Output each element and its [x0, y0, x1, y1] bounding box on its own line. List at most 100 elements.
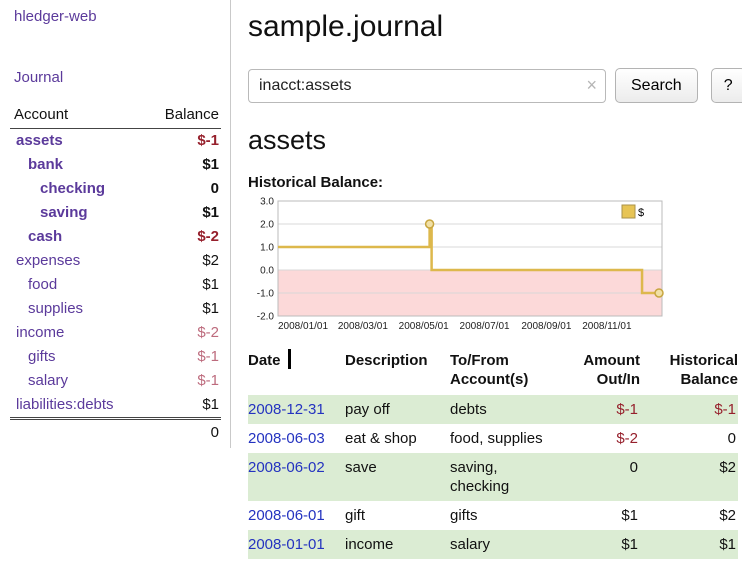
transaction-amount: $-1 — [574, 395, 640, 424]
account-row: cash $-2 — [10, 225, 221, 249]
help-button[interactable]: ? — [711, 68, 742, 103]
account-row: supplies $1 — [10, 297, 221, 321]
transaction-accounts: salary — [450, 530, 574, 559]
transaction-balance: $1 — [640, 530, 738, 559]
transaction-accounts: debts — [450, 395, 574, 424]
account-link-cash[interactable]: cash — [10, 228, 62, 245]
accounts-total-value: 0 — [211, 424, 219, 441]
transaction-date-cell: 2008-06-02 — [248, 453, 345, 501]
account-balance: $-1 — [197, 348, 221, 365]
transaction-description: gift — [345, 501, 450, 530]
svg-text:2.0: 2.0 — [260, 220, 274, 231]
account-link-gifts[interactable]: gifts — [10, 348, 56, 365]
svg-text:$: $ — [638, 207, 644, 219]
transaction-row: 2008-06-03 eat & shopfood, supplies$-20 — [248, 424, 738, 453]
transaction-amount: $-2 — [574, 424, 640, 453]
account-link-liabilities-debts[interactable]: liabilities:debts — [10, 396, 114, 413]
clear-search-icon[interactable]: × — [586, 74, 597, 96]
account-balance: $-2 — [197, 324, 221, 341]
transaction-row: 2008-06-02 savesaving, checking0$2 — [248, 453, 738, 501]
column-header-date[interactable]: Date — [248, 351, 345, 395]
transaction-date-link[interactable]: 2008-12-31 — [248, 401, 325, 418]
svg-text:1.0: 1.0 — [260, 243, 274, 254]
account-link-food[interactable]: food — [10, 276, 57, 293]
transaction-row: 2008-01-01incomesalary$1$1 — [248, 530, 738, 559]
search-form: × Search ? — [248, 68, 742, 103]
chart-heading: Historical Balance: — [248, 174, 742, 191]
transaction-balance: 0 — [640, 424, 738, 453]
account-link-income[interactable]: income — [10, 324, 64, 341]
transaction-amount: $1 — [574, 530, 640, 559]
accounts-header-account: Account — [14, 106, 68, 123]
account-link-checking[interactable]: checking — [10, 180, 105, 197]
sort-ascending-icon — [288, 349, 291, 369]
svg-text:2008/11/01: 2008/11/01 — [582, 321, 632, 332]
svg-text:0.0: 0.0 — [260, 266, 274, 277]
transaction-balance: $2 — [640, 501, 738, 530]
account-link-salary[interactable]: salary — [10, 372, 68, 389]
svg-text:2008/05/01: 2008/05/01 — [399, 321, 449, 332]
transaction-date-link[interactable]: 2008-06-02 — [248, 459, 325, 476]
column-header-amount: Amount Out/In — [574, 351, 640, 395]
account-row: saving $1 — [10, 201, 221, 225]
account-link-supplies[interactable]: supplies — [10, 300, 83, 317]
account-row: income $-2 — [10, 321, 221, 345]
transaction-row: 2008-12-31pay offdebts$-1$-1 — [248, 395, 738, 424]
transaction-accounts: saving, checking — [450, 453, 574, 501]
transaction-amount: 0 — [574, 453, 640, 501]
account-balance: $1 — [202, 396, 221, 413]
hledger-web-app: hledger-web Journal Account Balance asse… — [0, 0, 742, 582]
transaction-accounts: gifts — [450, 501, 574, 530]
transaction-description: save — [345, 453, 450, 501]
transaction-date-link[interactable]: 2008-06-01 — [248, 507, 325, 524]
account-balance: $1 — [202, 204, 221, 221]
account-balance: $1 — [202, 276, 221, 293]
account-balance: $-1 — [197, 372, 221, 389]
search-button[interactable]: Search — [615, 68, 698, 103]
main-panel: sample.journal × Search ? assets Histori… — [232, 0, 742, 559]
account-balance: $-1 — [197, 132, 221, 149]
column-header-balance: Historical Balance — [640, 351, 738, 395]
svg-text:-2.0: -2.0 — [257, 312, 275, 323]
transaction-date-cell: 2008-01-01 — [248, 530, 345, 559]
account-link-bank[interactable]: bank — [10, 156, 63, 173]
column-header-date-label: Date — [248, 352, 281, 369]
account-row: bank $1 — [10, 153, 221, 177]
account-row: salary $-1 — [10, 369, 221, 393]
transaction-date-cell: 2008-06-03 — [248, 424, 345, 453]
svg-text:2008/01/01: 2008/01/01 — [278, 321, 328, 332]
svg-text:3.0: 3.0 — [260, 197, 274, 208]
transactions-table-header: Date Description To/From Account(s) Amou… — [248, 351, 738, 395]
page-title: sample.journal — [248, 10, 742, 44]
accounts-header-balance: Balance — [165, 106, 219, 123]
transaction-amount: $1 — [574, 501, 640, 530]
sidebar: hledger-web Journal Account Balance asse… — [0, 0, 231, 448]
account-row: liabilities:debts $1 — [10, 393, 221, 417]
account-balance: $1 — [202, 156, 221, 173]
transaction-date-cell: 2008-06-01 — [248, 501, 345, 530]
transactions-table-body: 2008-12-31pay offdebts$-1$-1 2008-06-03 ea… — [248, 395, 738, 559]
transactions-table: Date Description To/From Account(s) Amou… — [248, 351, 738, 559]
account-balance: $1 — [202, 300, 221, 317]
transaction-description: income — [345, 530, 450, 559]
accounts-total-row: 0 — [10, 417, 221, 441]
accounts-header: Account Balance — [10, 106, 221, 129]
nav-journal-link[interactable]: Journal — [14, 69, 216, 86]
svg-text:-1.0: -1.0 — [257, 289, 275, 300]
search-input[interactable] — [248, 69, 606, 103]
transaction-accounts: food, supplies — [450, 424, 574, 453]
brand-link[interactable]: hledger-web — [14, 8, 216, 25]
account-balance: $-2 — [197, 228, 221, 245]
transaction-date-link[interactable]: 2008-01-01 — [248, 536, 325, 553]
search-box: × — [248, 69, 606, 103]
account-row: gifts $-1 — [10, 345, 221, 369]
balance-chart: 3.02.01.00.0-1.0-2.02008/01/012008/03/01… — [248, 195, 668, 337]
transaction-date-link[interactable]: 2008-06-03 — [248, 430, 325, 447]
account-row: food $1 — [10, 273, 221, 297]
transaction-description: eat & shop — [345, 424, 450, 453]
account-link-saving[interactable]: saving — [10, 204, 88, 221]
column-header-accounts: To/From Account(s) — [450, 351, 574, 395]
transaction-balance: $2 — [640, 453, 738, 501]
account-link-expenses[interactable]: expenses — [10, 252, 80, 269]
account-link-assets[interactable]: assets — [10, 132, 63, 149]
